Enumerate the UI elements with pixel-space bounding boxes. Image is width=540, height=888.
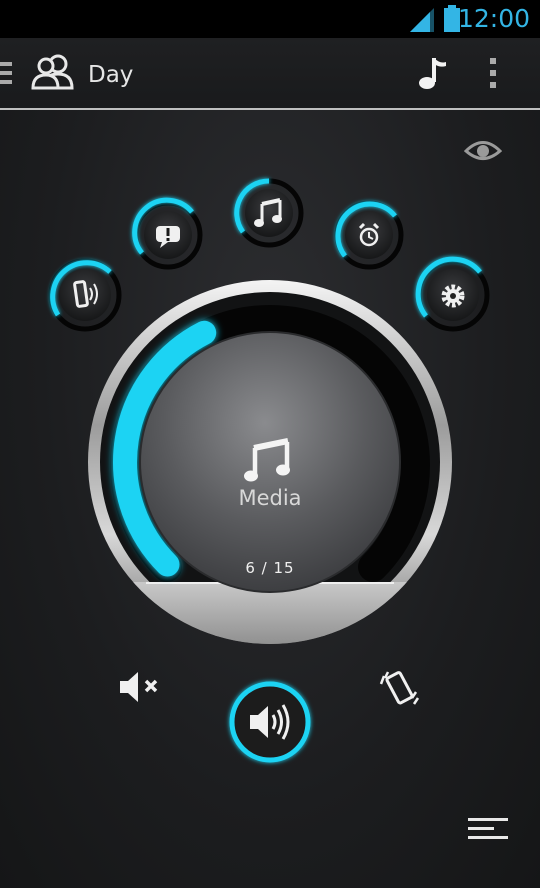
overflow-menu-icon[interactable]: [488, 56, 500, 92]
list-menu-icon[interactable]: [466, 816, 512, 842]
action-bar: Day: [0, 38, 540, 110]
drawer-menu-icon[interactable]: [0, 62, 14, 86]
vibrate-button[interactable]: [376, 668, 422, 708]
mute-button[interactable]: [110, 668, 170, 708]
status-time: 12:00: [457, 4, 530, 33]
status-bar: 12:00: [0, 0, 540, 38]
stream-notification-button[interactable]: [132, 197, 203, 270]
mute-icon: [120, 672, 158, 702]
dial-face: [140, 332, 400, 592]
sound-on-button[interactable]: [222, 676, 318, 770]
music-note-icon[interactable]: [416, 54, 450, 94]
vibrate-icon: [379, 671, 420, 705]
stream-media-button[interactable]: [234, 178, 304, 248]
volume-count: 6 / 15: [245, 559, 295, 577]
volume-dial[interactable]: [0, 270, 540, 650]
stream-alarm-button[interactable]: [334, 200, 404, 270]
stream-label: Media: [238, 486, 302, 510]
profile-group-icon[interactable]: [30, 54, 76, 90]
page-title[interactable]: Day: [88, 62, 133, 88]
